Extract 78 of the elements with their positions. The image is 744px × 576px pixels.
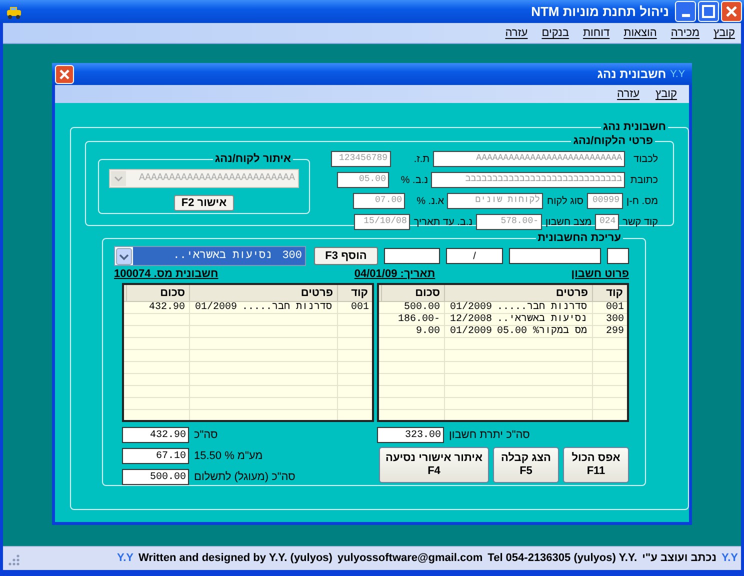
menu-item[interactable]: דוחות: [582, 24, 610, 42]
maximize-button[interactable]: [698, 1, 719, 22]
field-label: מס. ח-ן: [626, 194, 659, 208]
field-label: סה"כ יתרת חשבון: [449, 428, 530, 443]
section-heading: תאריך: 04/01/09: [354, 267, 436, 282]
text-field[interactable]: [607, 248, 629, 264]
close-icon: [726, 6, 737, 17]
field-label: כתובת: [629, 174, 659, 188]
resize-grip-icon: [6, 552, 20, 566]
text-field[interactable]: [384, 248, 440, 264]
group-title: איתור לקוח/נהג: [214, 152, 292, 166]
table-cell: 299: [592, 326, 627, 337]
value-field: 323.00: [377, 427, 444, 443]
column-header: סכום: [126, 285, 189, 301]
table-cell: 001: [592, 302, 627, 313]
table-cell: סדרנות חבר.....: [496, 302, 587, 313]
table-cell: מס במקור% 05.00: [496, 326, 587, 337]
menu-item[interactable]: הוצאות: [624, 24, 657, 42]
menu-item[interactable]: קובץ: [714, 24, 735, 42]
add-button[interactable]: הוסף F3: [314, 247, 378, 265]
text-field[interactable]: [509, 248, 601, 264]
field-label: קוד קשר: [622, 216, 659, 230]
table-cell-text: 186.00-: [396, 314, 441, 325]
status-text: yulyossoftware@gmail.com: [337, 551, 483, 566]
table-cell: 01/2009: [450, 326, 492, 337]
table-cell: 01/2009: [450, 302, 492, 313]
table-cell-text: 500.00: [402, 302, 441, 313]
field-label: נ.ב. %: [400, 174, 429, 188]
confirm-button[interactable]: אישור F2: [174, 195, 234, 211]
table-cell-text: 9.00: [414, 326, 441, 337]
field-label: א.נ. %: [416, 194, 446, 208]
column-header: פרטים: [444, 285, 592, 301]
window-title: חשבונית נהג: [597, 66, 666, 83]
group-title: פרטי הלקוח/נהג: [572, 134, 654, 148]
field-label: סה"כ: [194, 428, 218, 443]
table-cell: 01/2009: [195, 302, 238, 313]
menu-item[interactable]: מכירה: [670, 24, 700, 42]
field-label: מע"מ % 15.50: [194, 448, 263, 464]
field-label: נ.ב. עד תאריך: [412, 216, 474, 230]
status-text: Tel 054-2136305 (yulyos) Y.Y.: [488, 551, 638, 566]
table-cell: נסיעות באשראי..: [496, 314, 587, 325]
maximize-icon: [702, 5, 715, 18]
column-header: קוד: [337, 285, 372, 301]
table-cell: 001: [337, 302, 372, 313]
minimize-button[interactable]: [675, 1, 696, 22]
menu-item[interactable]: עזרה: [617, 86, 640, 102]
column-header: פרטים: [189, 285, 337, 301]
minimize-icon: [682, 14, 690, 17]
close-button[interactable]: [55, 64, 74, 84]
column-header: סכום: [381, 285, 444, 301]
table-cell-text: 432.90: [148, 302, 186, 313]
text-field[interactable]: /: [446, 248, 503, 264]
status-text: נכתב ועוצב ע"י: [642, 551, 716, 566]
field-label: ת.ז.: [412, 152, 431, 166]
field-label: סוג לקוח: [546, 194, 584, 208]
value-field: 432.90: [122, 427, 189, 443]
table-cell: סדרנות חבר.....: [242, 302, 332, 313]
value-field: 67.10: [122, 448, 189, 464]
close-button[interactable]: [721, 1, 742, 22]
table-cell: 300: [592, 314, 627, 325]
menu-item[interactable]: קובץ: [656, 86, 677, 102]
badge-text: Y.Y: [670, 68, 685, 82]
logo-text: Y.Y: [116, 551, 134, 566]
table-cell: 12/2008: [450, 314, 492, 325]
section-heading: פרוט חשבון: [571, 267, 629, 282]
field-label: סה"כ (מעוגל) לתשלום: [194, 470, 296, 485]
field-label: מצב חשבון: [544, 216, 593, 230]
menu-item[interactable]: עזרה: [505, 24, 528, 42]
menu-item[interactable]: בנקים: [542, 24, 569, 42]
status-text: Written and designed by Y.Y. (yulyos): [138, 551, 332, 566]
section-heading: חשבונית מס. 100074: [114, 267, 218, 282]
field-label: לכבוד: [632, 152, 659, 166]
column-header: קוד: [592, 285, 627, 301]
value-field: 500.00: [122, 469, 189, 485]
logo-text: Y.Y: [721, 551, 738, 566]
window-title: ניהול תחנת מוניות NTM: [531, 2, 669, 21]
group-title: עריכת החשבונית: [536, 231, 622, 245]
group-title: חשבונית נהג: [602, 120, 667, 134]
